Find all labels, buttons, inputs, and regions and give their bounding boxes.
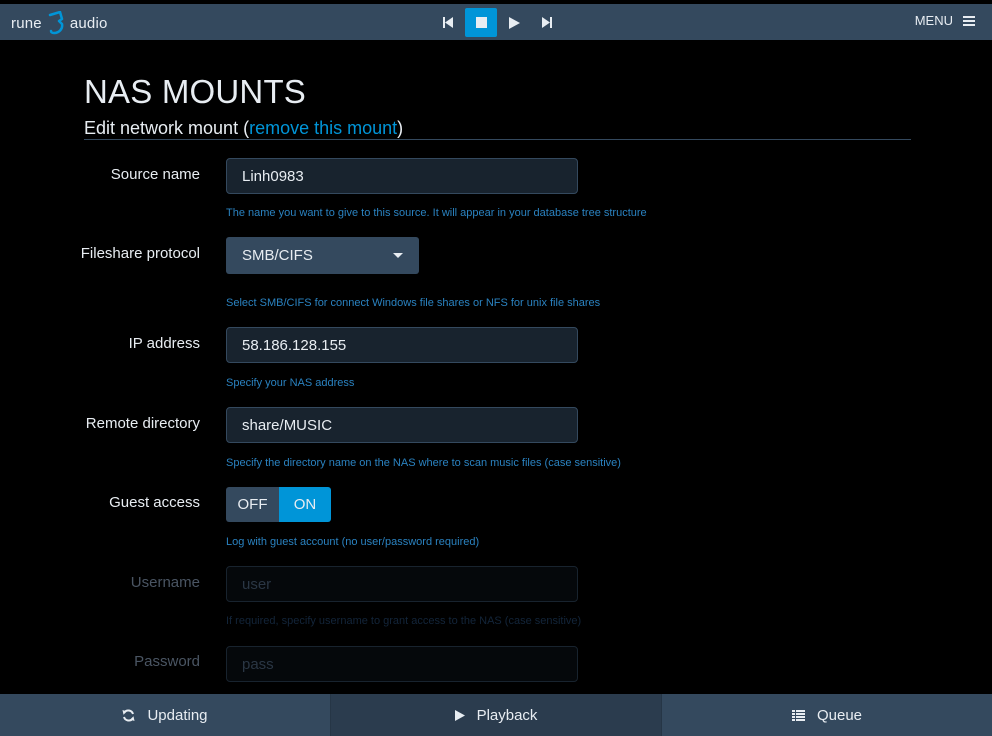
bottom-tab-bar: Updating Playback Queue xyxy=(0,694,992,736)
caret-down-icon xyxy=(393,253,403,258)
list-icon xyxy=(791,709,805,721)
remote-directory-label: Remote directory xyxy=(85,415,200,432)
password-input[interactable]: pass xyxy=(226,646,578,682)
protocol-selected-value: SMB/CIFS xyxy=(242,247,313,264)
guest-access-toggle[interactable]: OFF ON xyxy=(226,487,331,522)
username-label: Username xyxy=(130,574,200,591)
page-title: NAS MOUNTS xyxy=(84,73,307,110)
stop-icon xyxy=(475,17,487,28)
password-label: Password xyxy=(134,653,200,670)
username-help: If required, specify username to grant a… xyxy=(226,615,582,627)
legend-text: Edit network mount ( xyxy=(84,118,250,138)
rune-logo-icon xyxy=(48,11,64,35)
main-content: NAS MOUNTS Edit network mount (remove th… xyxy=(0,40,992,694)
next-button[interactable] xyxy=(531,8,563,37)
tab-updating[interactable]: Updating xyxy=(0,694,331,736)
protocol-select[interactable]: SMB/CIFS xyxy=(226,237,419,274)
guest-access-help: Log with guest account (no user/password… xyxy=(226,536,480,548)
ip-address-input[interactable]: 58.186.128.155 xyxy=(226,327,578,363)
tab-updating-label: Updating xyxy=(147,706,208,724)
guest-access-on-option[interactable]: ON xyxy=(279,487,331,522)
section-legend: Edit network mount (remove this mount) xyxy=(84,118,911,140)
remote-directory-help: Specify the directory name on the NAS wh… xyxy=(226,457,621,469)
username-input[interactable]: user xyxy=(226,566,578,602)
source-name-help: The name you want to give to this source… xyxy=(226,207,647,219)
tab-playback[interactable]: Playback xyxy=(331,694,662,736)
protocol-label: Fileshare protocol xyxy=(80,245,200,262)
source-name-input[interactable]: Linh0983 xyxy=(226,158,578,194)
stop-button[interactable] xyxy=(465,8,497,37)
menu-label: MENU xyxy=(914,13,953,28)
ip-address-help: Specify your NAS address xyxy=(226,377,355,389)
tab-playback-label: Playback xyxy=(476,706,538,724)
logo-text-audio: audio xyxy=(69,14,108,32)
guest-access-off-option[interactable]: OFF xyxy=(226,487,279,522)
runeaudio-logo[interactable]: rune audio xyxy=(11,11,108,35)
play-icon xyxy=(508,16,520,29)
play-icon xyxy=(454,709,465,721)
ip-address-label: IP address xyxy=(128,335,200,352)
protocol-help: Select SMB/CIFS for connect Windows file… xyxy=(226,297,601,309)
remote-directory-input[interactable]: share/MUSIC xyxy=(226,407,578,443)
source-name-label: Source name xyxy=(110,166,200,183)
skip-previous-icon xyxy=(443,17,453,28)
top-bar: rune audio MENU xyxy=(0,4,992,40)
hamburger-icon xyxy=(963,15,975,26)
legend-text-suffix: ) xyxy=(397,118,404,138)
menu-button[interactable]: MENU xyxy=(915,13,975,28)
guest-access-label: Guest access xyxy=(109,494,200,511)
skip-next-icon xyxy=(542,17,552,28)
refresh-icon xyxy=(122,709,135,722)
previous-button[interactable] xyxy=(432,8,464,37)
playback-controls xyxy=(432,8,563,37)
tab-queue[interactable]: Queue xyxy=(662,694,992,736)
play-button[interactable] xyxy=(498,8,530,37)
logo-text-rune: rune xyxy=(11,14,42,32)
remove-mount-link[interactable]: remove this mount xyxy=(249,118,397,138)
tab-queue-label: Queue xyxy=(816,706,863,724)
